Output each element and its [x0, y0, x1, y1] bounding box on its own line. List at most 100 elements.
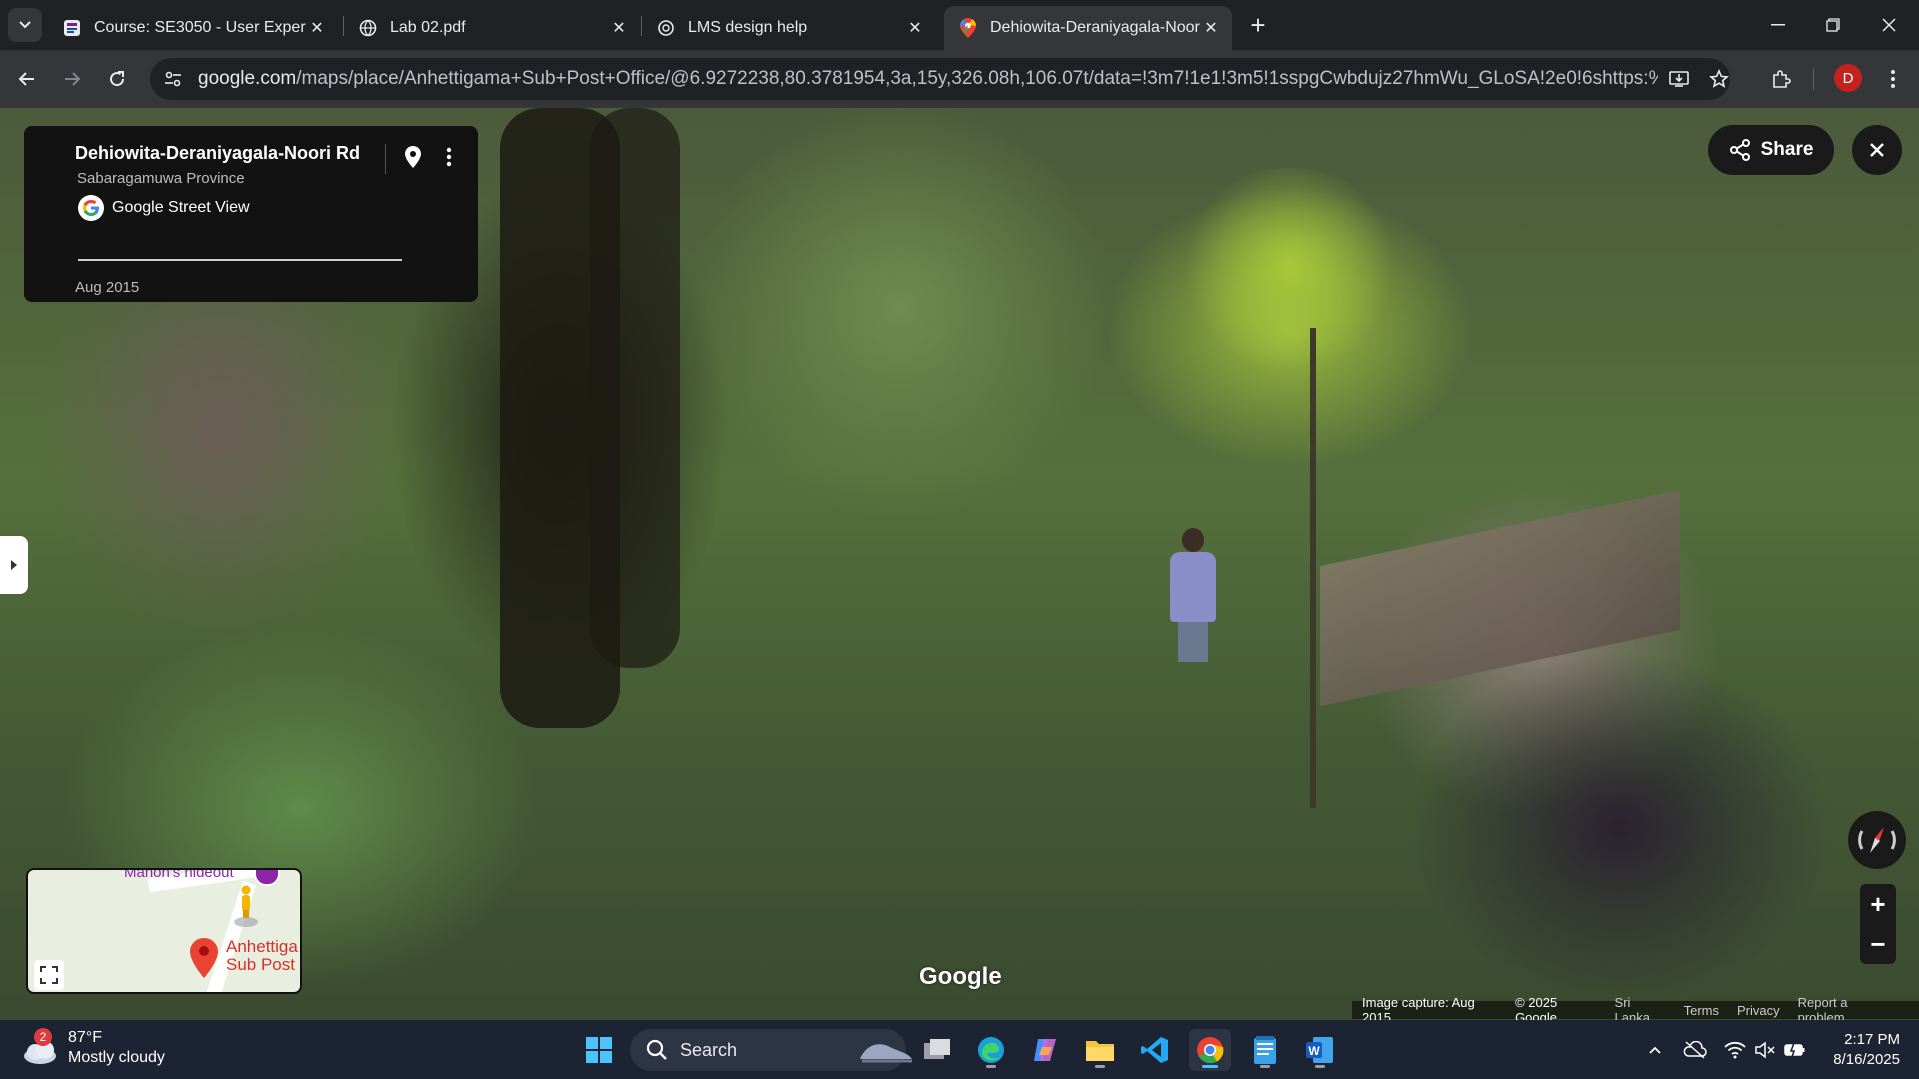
caret-right-icon	[11, 560, 17, 570]
street-view-brand: Google Street View	[78, 195, 250, 221]
course-favicon-icon	[62, 18, 82, 38]
task-view-icon	[924, 1039, 950, 1059]
taskbar-search[interactable]: Search	[630, 1029, 912, 1071]
tab-course[interactable]: Course: SE3050 - User Experien ✕	[48, 6, 338, 50]
running-indicator	[1095, 1065, 1105, 1068]
reload-button[interactable]	[100, 62, 134, 96]
cloud-off-icon	[1683, 1041, 1707, 1059]
location-info-card: Dehiowita-Deraniyagala-Noori Rd Sabaraga…	[24, 126, 478, 302]
close-street-view-button[interactable]	[1852, 125, 1902, 175]
location-subtitle: Sabaragamuwa Province	[77, 170, 245, 187]
running-indicator	[1260, 1065, 1270, 1068]
zoom-out-button[interactable]: −	[1860, 924, 1896, 964]
copilot-taskbar-button[interactable]	[1024, 1029, 1066, 1071]
roof	[1320, 489, 1680, 707]
restore-button[interactable]	[1805, 0, 1861, 50]
card-divider	[385, 144, 386, 174]
chatgpt-icon	[656, 18, 676, 38]
volume-tray-button[interactable]	[1752, 1038, 1778, 1062]
expand-minimap-button[interactable]	[34, 960, 64, 990]
site-settings-icon[interactable]	[156, 62, 190, 96]
extensions-button[interactable]	[1764, 62, 1798, 96]
show-hidden-icons-button[interactable]	[1642, 1038, 1668, 1062]
tab-lab-pdf[interactable]: Lab 02.pdf ✕	[344, 6, 640, 50]
chrome-taskbar-button[interactable]	[1189, 1029, 1231, 1071]
google-watermark: Google	[919, 963, 1002, 990]
close-window-button[interactable]	[1861, 0, 1917, 50]
compass-button[interactable]	[1848, 811, 1906, 869]
terms-link[interactable]: Terms	[1684, 1003, 1719, 1018]
globe-icon	[358, 18, 378, 38]
copyright-label: © 2025 Google	[1515, 995, 1558, 1020]
minimap-place-line-1: Anhettiga	[226, 937, 298, 956]
more-vert-icon	[1891, 70, 1895, 88]
close-icon	[1870, 143, 1884, 157]
search-highlight-icon	[860, 1044, 912, 1063]
start-button[interactable]	[578, 1029, 620, 1071]
forward-button[interactable]	[55, 62, 89, 96]
notepad-taskbar-button[interactable]	[1244, 1029, 1286, 1071]
tab-search-menu-button[interactable]	[8, 8, 42, 42]
share-icon	[1729, 139, 1750, 161]
compass-icon	[1858, 827, 1896, 853]
toolbar-divider	[1813, 68, 1814, 90]
minimize-button[interactable]	[1750, 0, 1806, 50]
close-tab-icon[interactable]: ✕	[608, 17, 630, 39]
google-maps-icon	[958, 18, 978, 38]
arrow-right-icon	[65, 72, 81, 86]
tab-title: Dehiowita-Deraniyagala-Noori	[990, 19, 1200, 36]
report-problem-link[interactable]: Report a problem	[1798, 995, 1891, 1020]
minimize-icon	[1771, 24, 1785, 26]
edge-taskbar-button[interactable]	[970, 1029, 1012, 1071]
back-button[interactable]	[10, 62, 44, 96]
taskbar-clock[interactable]: 2:17 PM 8/16/2025	[1810, 1030, 1900, 1070]
temperature: 87°F	[68, 1029, 102, 1046]
bookmark-star-icon[interactable]	[1702, 62, 1736, 96]
palm-stem	[1310, 328, 1316, 808]
minimap-place-line-2: Sub Post	[226, 955, 295, 974]
clock-date: 8/16/2025	[1833, 1051, 1900, 1068]
weather-badge: 2	[34, 1028, 52, 1046]
profile-avatar[interactable]: D	[1834, 64, 1862, 92]
expand-side-panel-button[interactable]	[0, 536, 28, 594]
location-pin-button[interactable]	[396, 140, 430, 174]
zoom-in-button[interactable]: +	[1860, 884, 1896, 924]
minimap[interactable]: Manon's hideout Anhettiga Sub Post	[26, 868, 302, 994]
street-view-panorama[interactable]: Dehiowita-Deraniyagala-Noori Rd Sabaraga…	[0, 108, 1919, 1020]
file-explorer-taskbar-button[interactable]	[1079, 1029, 1121, 1071]
privacy-link[interactable]: Privacy	[1737, 1003, 1780, 1018]
share-label: Share	[1760, 139, 1814, 160]
chrome-icon	[1197, 1037, 1224, 1064]
vscode-taskbar-button[interactable]	[1134, 1029, 1176, 1071]
share-button[interactable]: Share	[1708, 125, 1834, 175]
browser-toolbar: google.com/maps/place/Anhettigama+Sub+Po…	[0, 50, 1919, 108]
country-label: Sri Lanka	[1614, 995, 1650, 1020]
install-app-icon[interactable]	[1662, 62, 1696, 96]
chevron-down-icon	[19, 21, 31, 29]
close-tab-icon[interactable]: ✕	[904, 17, 926, 39]
weather-widget[interactable]: 2 87°F Mostly cloudy	[20, 1028, 165, 1068]
wifi-icon	[1724, 1041, 1746, 1059]
wifi-tray-button[interactable]	[1722, 1038, 1748, 1062]
person-figure	[1170, 528, 1216, 662]
word-taskbar-button[interactable]: W	[1299, 1029, 1341, 1071]
address-bar[interactable]: google.com/maps/place/Anhettigama+Sub+Po…	[150, 58, 1730, 100]
battery-tray-button[interactable]	[1782, 1038, 1808, 1062]
capture-date[interactable]: Aug 2015	[75, 279, 139, 296]
onedrive-tray-button[interactable]	[1682, 1038, 1708, 1062]
tab-title: LMS design help	[688, 19, 808, 36]
browser-menu-button[interactable]	[1876, 62, 1910, 96]
url-path: /maps/place/Anhettigama+Sub+Post+Office/…	[296, 68, 1658, 89]
fullscreen-icon	[40, 966, 58, 984]
tab-lms-design[interactable]: LMS design help ✕	[642, 6, 936, 50]
new-tab-button[interactable]: +	[1243, 10, 1273, 40]
close-tab-icon[interactable]: ✕	[306, 17, 328, 39]
more-options-button[interactable]	[436, 140, 462, 174]
active-indicator	[1202, 1065, 1218, 1068]
edge-icon	[978, 1037, 1004, 1063]
task-view-button[interactable]	[916, 1029, 958, 1071]
tab-street-view[interactable]: Dehiowita-Deraniyagala-Noori ✕	[944, 6, 1232, 50]
close-tab-icon[interactable]: ✕	[1200, 17, 1222, 39]
word-icon: W	[1306, 1037, 1333, 1063]
tree-trunk	[590, 108, 680, 668]
